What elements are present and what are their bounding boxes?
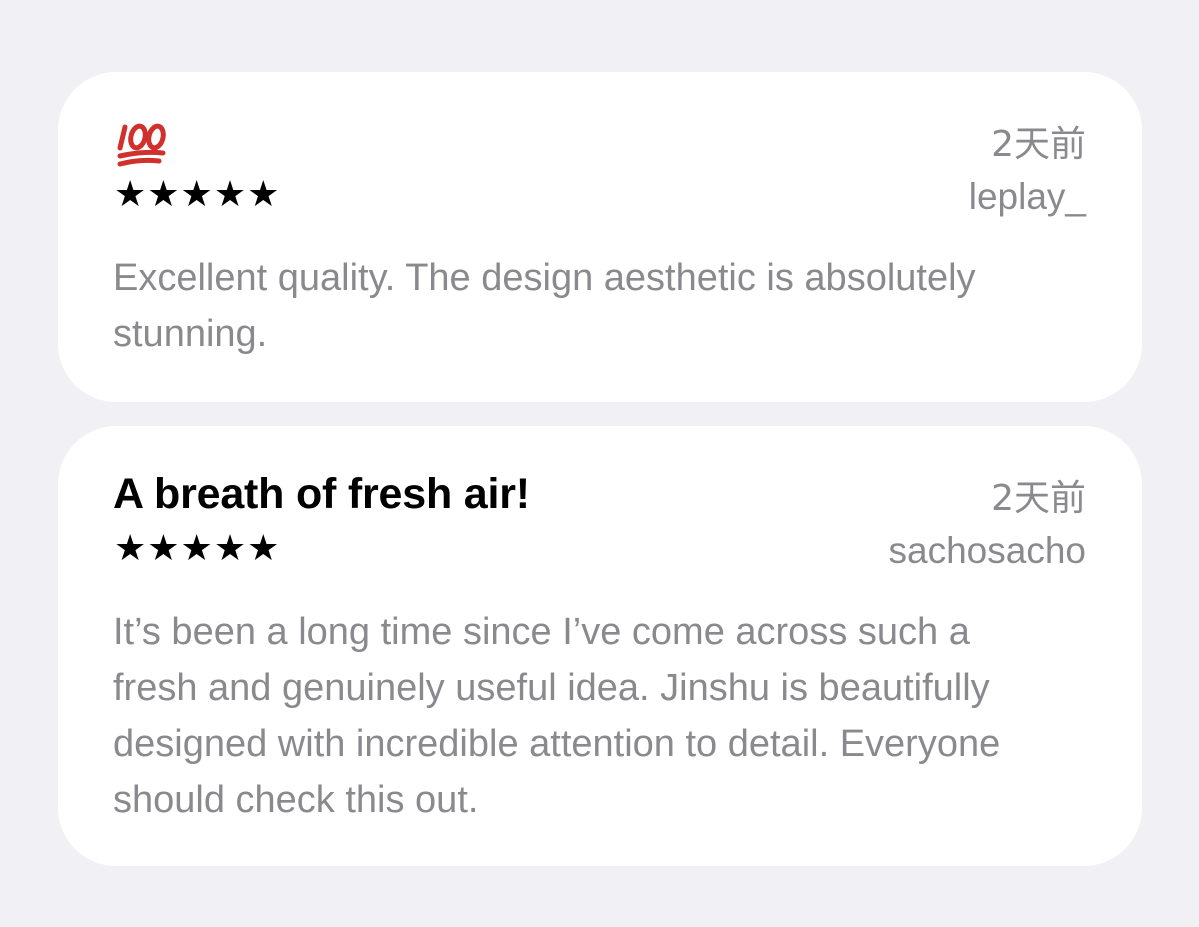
review-date: 2天前 — [991, 478, 1086, 519]
review-author: sachosacho — [888, 530, 1086, 571]
hundred-points-icon — [117, 123, 166, 167]
review-card[interactable]: ★★★★★ 2天前 leplay_ Excellent quality. The… — [58, 72, 1142, 402]
review-author: leplay_ — [968, 176, 1086, 217]
star-rating: ★★★★★ — [114, 528, 281, 569]
review-date: 2天前 — [991, 124, 1086, 165]
review-title: A breath of fresh air! — [113, 470, 530, 518]
review-body: Excellent quality. The design aesthetic … — [113, 257, 976, 355]
review-body: It’s been a long time since I’ve come ac… — [113, 611, 1001, 821]
review-card[interactable]: A breath of fresh air! ★★★★★ 2天前 sachosa… — [58, 426, 1142, 866]
star-rating: ★★★★★ — [114, 174, 281, 215]
